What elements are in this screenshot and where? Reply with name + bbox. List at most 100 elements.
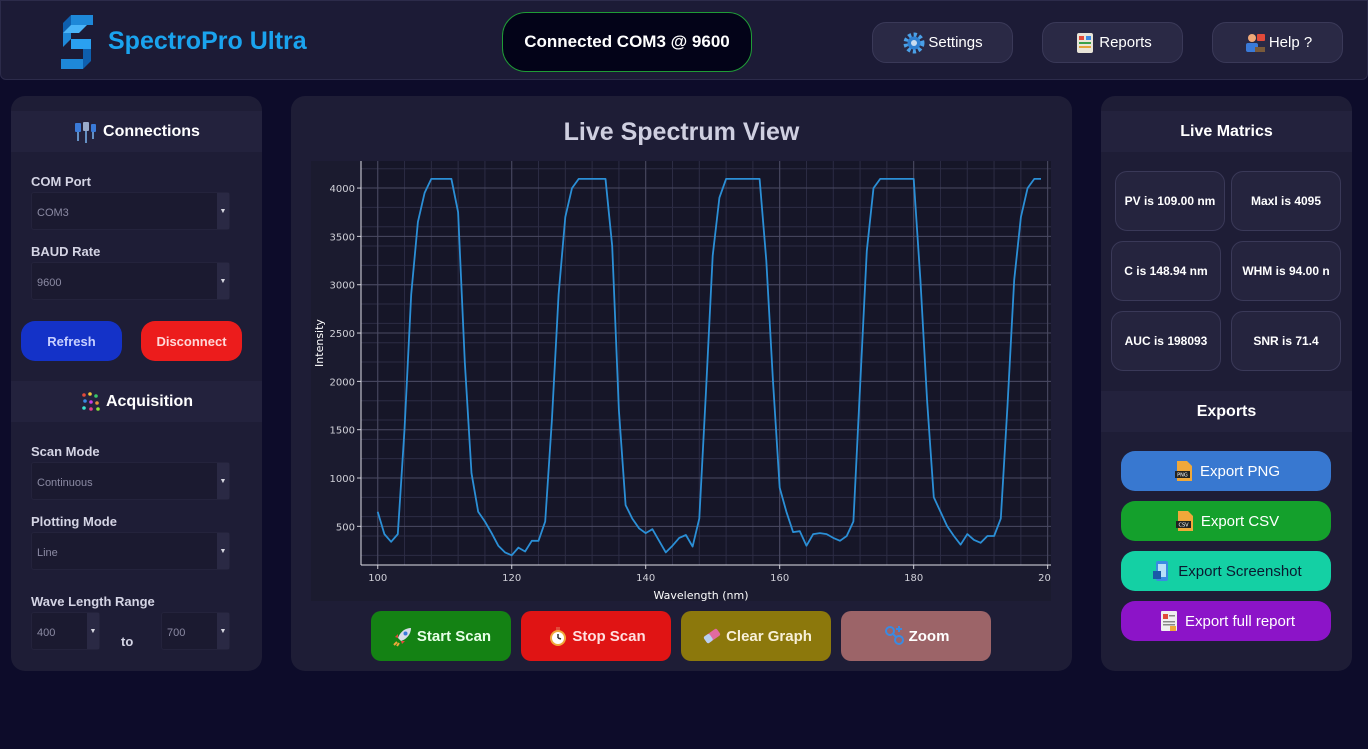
y-tick-label: 3000 [330,281,355,292]
acquisition-header: Acquisition [11,381,262,422]
zoom-label: Zoom [908,627,950,645]
connection-status: Connected COM3 @ 9600 [502,12,752,72]
metric-max-intensity: MaxI is 4095 [1231,171,1341,231]
chevron-down-icon: ▼ [217,533,229,569]
metric-fwhm: WHM is 94.00 n [1231,241,1341,301]
chevron-down-icon: ▼ [87,613,99,649]
stopwatch-icon [550,627,567,646]
scan-mode-value: Continuous [37,477,93,489]
export-screenshot-button[interactable]: Export Screenshot [1121,551,1331,591]
zoom-icon [884,626,904,645]
x-tick-label: 200 [1038,573,1051,584]
export-screenshot-label: Export Screenshot [1178,562,1302,580]
reports-button[interactable]: Reports [1042,22,1183,63]
export-full-report-button[interactable]: Export full report [1121,601,1331,641]
spectrum-dots-icon [82,391,100,411]
wave-range-label: Wave Length Range [31,594,155,609]
zoom-button[interactable]: Zoom [841,611,991,661]
metric-snr: SNR is 71.4 [1231,311,1341,371]
y-tick-label: 4000 [330,184,355,195]
x-tick-label: 180 [904,573,923,584]
y-tick-label: 2500 [330,329,355,340]
report-icon [1077,32,1094,53]
disconnect-button[interactable]: Disconnect [141,321,242,361]
baud-rate-value: 9600 [37,277,62,289]
com-port-select[interactable]: COM3 ▼ [31,192,230,230]
app-title: SpectroPro Ultra [108,27,307,55]
y-tick-label: 500 [336,522,355,533]
refresh-button[interactable]: Refresh [21,321,122,361]
export-csv-button[interactable]: CSV Export CSV [1121,501,1331,541]
x-tick-label: 100 [368,573,387,584]
com-port-value: COM3 [37,207,69,219]
clear-graph-button[interactable]: Clear Graph [681,611,831,661]
y-tick-label: 1000 [330,474,355,485]
wave-max-value: 700 [167,627,186,639]
scan-mode-label: Scan Mode [31,444,100,459]
settings-label: Settings [928,34,983,51]
baud-rate-label: BAUD Rate [31,244,101,259]
reports-label: Reports [1099,34,1152,51]
stop-scan-label: Stop Scan [572,627,646,645]
export-png-button[interactable]: PNG Export PNG [1121,451,1331,491]
stop-scan-button[interactable]: Stop Scan [521,611,671,661]
com-port-label: COM Port [31,174,91,189]
spectrum-chart[interactable]: 100 120 140 160 180 200 500 1000 1500 2000 2500 300… [311,161,1057,602]
top-bar: SpectroPro Ultra Connected COM3 @ 9600 S… [0,0,1368,80]
exports-header: Exports [1101,391,1352,432]
settings-button[interactable]: Settings [872,22,1013,63]
x-axis-label: Wavelength (nm) [653,589,748,601]
usb-cable-icon [75,121,97,143]
metric-max-intensity-text: MaxI is 4095 [1250,194,1322,208]
metric-fwhm-text: WHM is 94.00 n [1242,264,1330,278]
chevron-down-icon: ▼ [217,613,229,649]
help-label: Help ? [1268,34,1313,51]
x-tick-label: 140 [636,573,655,584]
plotting-mode-value: Line [37,547,58,559]
metric-centroid: C is 148.94 nm [1111,241,1221,301]
scan-mode-select[interactable]: Continuous ▼ [31,462,230,500]
y-axis-label: Intensity [313,319,326,367]
start-scan-button[interactable]: Start Scan [371,611,511,661]
help-button[interactable]: Help ? [1212,22,1343,63]
metric-auc: AUC is 198093 [1111,311,1221,371]
wave-min-select[interactable]: 400 ▼ [31,612,100,650]
metric-centroid-text: C is 148.94 nm [1124,264,1208,278]
metric-peak-wavelength-text: PV is 109.00 nm [1124,194,1216,208]
wave-max-select[interactable]: 700 ▼ [161,612,230,650]
x-tick-label: 160 [770,573,789,584]
connections-header: Connections [11,111,262,152]
help-desk-icon [1245,33,1265,52]
spectropro-logo-icon [61,15,93,69]
chevron-down-icon: ▼ [217,193,229,229]
gear-icon [903,32,925,53]
x-tick-label: 120 [502,573,521,584]
clear-graph-label: Clear Graph [726,627,812,645]
metric-peak-wavelength: PV is 109.00 nm [1115,171,1225,231]
wave-range-to-label: to [121,634,134,649]
baud-rate-select[interactable]: 9600 ▼ [31,262,230,300]
live-metrics-header: Live Matrics [1101,111,1352,152]
plotting-mode-select[interactable]: Line ▼ [31,532,230,570]
export-full-report-label: Export full report [1184,612,1296,630]
report-document-icon [1160,611,1177,631]
metric-auc-text: AUC is 198093 [1124,334,1208,348]
acquisition-title: Acquisition [105,392,194,410]
start-scan-label: Start Scan [416,627,492,645]
plotting-mode-label: Plotting Mode [31,514,117,529]
svg-text:CSV: CSV [1178,523,1189,529]
y-tick-label: 2000 [330,377,355,388]
wave-min-value: 400 [37,627,56,639]
screenshot-phone-icon [1153,561,1169,581]
connections-title: Connections [103,122,200,140]
svg-text:PNG: PNG [1177,473,1188,479]
chevron-down-icon: ▼ [217,263,229,299]
y-tick-label: 1500 [330,426,355,437]
metric-snr-text: SNR is 71.4 [1253,334,1319,348]
y-tick-label: 3500 [330,232,355,243]
png-file-icon: PNG [1174,461,1192,481]
spectrum-title: Live Spectrum View [563,118,800,146]
eraser-icon [704,628,721,644]
csv-file-icon: CSV [1175,511,1193,531]
spectrum-plot-svg: 100 120 140 160 180 200 500 1000 1500 2000 2500 300… [313,161,1057,602]
